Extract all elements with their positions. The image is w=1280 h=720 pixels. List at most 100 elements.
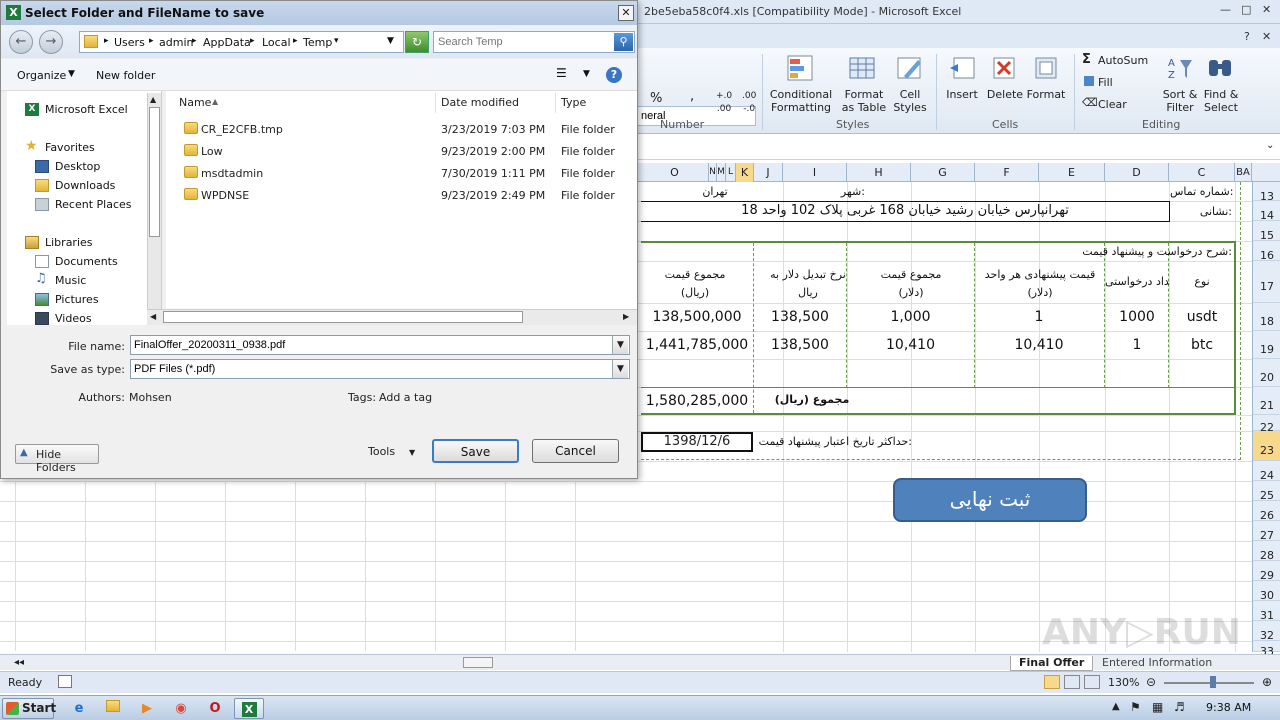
cancel-button[interactable]: Cancel — [532, 439, 619, 463]
network-icon[interactable]: ▦ — [1152, 700, 1163, 714]
conditional-formatting-button[interactable]: Conditional Formatting — [768, 88, 834, 114]
row-header[interactable]: 22 — [1253, 415, 1280, 434]
row-header[interactable]: 18 — [1253, 303, 1280, 331]
column-header[interactable]: I — [783, 163, 847, 182]
save-button[interactable]: Save — [432, 439, 519, 463]
row-header[interactable]: 19 — [1253, 331, 1280, 359]
search-box[interactable]: ⚲ — [433, 31, 635, 53]
nav-libraries[interactable]: Libraries — [45, 236, 93, 249]
tags-value[interactable]: Add a tag — [379, 391, 432, 404]
tools-button[interactable]: Tools — [368, 445, 395, 458]
address-dropdown-icon[interactable]: ▼ — [387, 36, 394, 46]
breadcrumb-admin[interactable]: admin — [159, 36, 193, 49]
chevron-down-icon[interactable]: ▼ — [612, 360, 628, 378]
breadcrumb-local[interactable]: Local — [262, 36, 291, 49]
file-name-input[interactable] — [130, 335, 630, 355]
row-header[interactable]: 33 — [1253, 641, 1280, 658]
insert-button[interactable]: Insert — [944, 88, 980, 101]
list-item[interactable]: Low 9/23/2019 2:00 PM File folder — [166, 141, 637, 163]
zoom-out-icon[interactable]: ⊝ — [1146, 675, 1156, 689]
column-header[interactable]: C — [1169, 163, 1235, 182]
row-header[interactable]: 26 — [1253, 501, 1280, 522]
row-header[interactable]: 23 — [1253, 431, 1280, 461]
nav-microsoft-excel[interactable]: Microsoft Excel — [45, 103, 128, 116]
clock[interactable]: 9:38 AM — [1206, 701, 1251, 714]
comma-style-button[interactable]: , — [690, 90, 694, 103]
file-list-scrollbar[interactable]: ◀ ▶ — [147, 309, 637, 325]
back-arrow-icon[interactable]: ← — [9, 30, 33, 54]
sheet-nav-icon[interactable]: ◂◂ — [6, 656, 32, 671]
zoom-slider-thumb[interactable] — [1210, 676, 1216, 688]
column-header[interactable]: D — [1105, 163, 1169, 182]
column-header[interactable]: O — [641, 163, 709, 182]
column-header[interactable]: L — [726, 163, 736, 182]
help-icon[interactable]: ? — [1244, 30, 1250, 43]
nav-music[interactable]: Music — [55, 274, 86, 287]
column-header[interactable]: F — [975, 163, 1039, 182]
row-header[interactable]: 24 — [1253, 461, 1280, 482]
row-header[interactable]: 30 — [1253, 581, 1280, 602]
sort-filter-button[interactable]: Sort & Filter — [1160, 88, 1200, 114]
autosum-button[interactable]: AutoSum — [1098, 54, 1148, 67]
column-header[interactable]: K — [736, 163, 754, 182]
decrease-decimal-button[interactable]: .00 -.0 — [742, 90, 756, 116]
authors-value[interactable]: Mohsen — [129, 391, 172, 404]
column-header[interactable]: G — [911, 163, 975, 182]
forward-arrow-icon[interactable]: → — [39, 30, 63, 54]
action-center-icon[interactable]: ⚑ — [1130, 700, 1141, 714]
nav-recent-places[interactable]: Recent Places — [55, 198, 132, 211]
zoom-slider[interactable] — [1164, 682, 1254, 684]
column-header[interactable]: BA — [1235, 163, 1252, 182]
normal-view-icon[interactable] — [1044, 675, 1060, 689]
find-select-button[interactable]: Find & Select — [1202, 88, 1240, 114]
media-player-icon[interactable]: ▶ — [134, 698, 160, 719]
nav-desktop[interactable]: Desktop — [55, 160, 100, 173]
organize-button[interactable]: Organize — [17, 69, 66, 82]
row-header[interactable]: 32 — [1253, 621, 1280, 642]
chevron-down-icon[interactable]: ▼ — [583, 69, 590, 79]
clear-button[interactable]: Clear — [1098, 98, 1127, 111]
dialog-titlebar[interactable]: X Select Folder and FileName to save ✕ — [1, 1, 637, 25]
dialog-close-button[interactable]: ✕ — [618, 5, 634, 21]
nav-documents[interactable]: Documents — [55, 255, 118, 268]
column-header[interactable]: N — [709, 163, 717, 182]
breadcrumb-appdata[interactable]: AppData — [203, 36, 251, 49]
row-header[interactable]: 16 — [1253, 241, 1280, 262]
deadline-value-cell[interactable]: 1398/12/6 — [641, 432, 753, 452]
start-button[interactable]: Start — [2, 698, 56, 719]
internet-explorer-icon[interactable]: e — [66, 698, 92, 719]
final-submit-button[interactable]: ثبت نهایی — [893, 478, 1087, 522]
nav-pane-scrollbar[interactable]: ▲ ▼ — [147, 93, 161, 325]
close-button[interactable]: ✕ — [1262, 3, 1271, 16]
save-type-select[interactable] — [130, 359, 630, 379]
refresh-icon[interactable]: ↻ — [405, 31, 429, 53]
column-header[interactable]: J — [754, 163, 783, 182]
hide-folders-button[interactable]: ▲ Hide Folders — [15, 444, 99, 474]
scrollbar-thumb[interactable] — [149, 107, 160, 237]
tab-entered-information[interactable]: Entered Information — [1094, 656, 1220, 671]
macro-record-icon[interactable] — [58, 675, 72, 688]
page-break-icon[interactable] — [1084, 675, 1100, 689]
cell-styles-button[interactable]: Cell Styles — [890, 88, 930, 114]
column-header[interactable]: E — [1039, 163, 1105, 182]
address-bar[interactable]: ▸ Users ▸ admin ▸ AppData ▸ Local ▸ Temp… — [79, 31, 404, 53]
scrollbar-thumb[interactable] — [163, 311, 523, 323]
row-header[interactable]: 28 — [1253, 541, 1280, 562]
page-layout-icon[interactable] — [1064, 675, 1080, 689]
column-header[interactable]: M — [717, 163, 726, 182]
new-folder-button[interactable]: New folder — [96, 69, 155, 82]
row-header[interactable]: 15 — [1253, 221, 1280, 242]
row-header[interactable]: 13 — [1253, 182, 1280, 203]
column-date[interactable]: Date modified — [436, 93, 556, 113]
help-icon[interactable]: ? — [606, 67, 622, 83]
list-item[interactable]: WPDNSE 9/23/2019 2:49 PM File folder — [166, 185, 637, 207]
list-item[interactable]: msdtadmin 7/30/2019 1:11 PM File folder — [166, 163, 637, 185]
breadcrumb-users[interactable]: Users — [114, 36, 145, 49]
nav-favorites[interactable]: Favorites — [45, 141, 95, 154]
row-header[interactable]: 20 — [1253, 359, 1280, 387]
row-header[interactable]: 14 — [1253, 201, 1280, 222]
column-type[interactable]: Type — [556, 93, 637, 113]
row-header[interactable]: 27 — [1253, 521, 1280, 542]
scroll-left-icon[interactable]: ◀ — [150, 312, 156, 321]
excel-taskbar-icon[interactable]: X — [234, 698, 264, 719]
